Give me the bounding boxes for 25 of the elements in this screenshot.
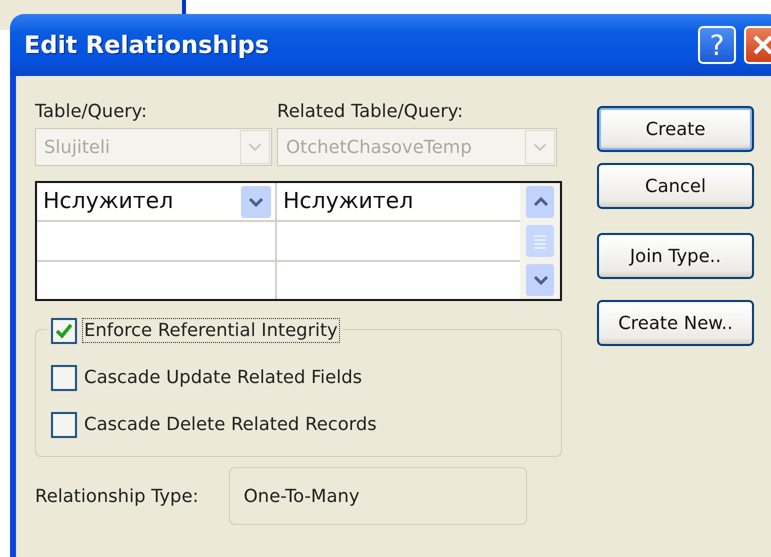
- field-label: Relationship Type:: [35, 486, 199, 506]
- dropdown-button-icon[interactable]: [241, 186, 271, 218]
- checkbox-label[interactable]: Cascade Delete Related Records: [83, 413, 378, 436]
- scroll-thumb-icon[interactable]: [526, 225, 554, 257]
- field-label: Related Table/Query:: [277, 100, 464, 122]
- checkbox-label[interactable]: Cascade Update Related Fields: [83, 366, 364, 389]
- dialog-button[interactable]: Create: [597, 106, 754, 152]
- dialog-button[interactable]: Create New..: [597, 300, 754, 346]
- relationship-type-value: One-To-Many: [228, 467, 527, 525]
- help-button[interactable]: ?: [698, 26, 736, 64]
- scroll-down-icon[interactable]: [526, 264, 554, 296]
- scroll-up-icon[interactable]: [526, 186, 554, 218]
- dialog-button[interactable]: Join Type..: [597, 233, 754, 279]
- field-label: Table/Query:: [35, 100, 148, 122]
- checkbox[interactable]: [51, 412, 77, 438]
- grid-cell[interactable]: Нслужител: [277, 183, 520, 220]
- grid-cell[interactable]: Нслужител: [37, 183, 277, 220]
- vertical-scrollbar[interactable]: [520, 183, 560, 299]
- dialog-button[interactable]: Cancel: [597, 163, 754, 209]
- checkbox[interactable]: [51, 364, 77, 390]
- window-title: Edit Relationships: [24, 31, 270, 59]
- checkbox-label[interactable]: Enforce Referential Integrity: [83, 319, 339, 342]
- close-button[interactable]: [744, 26, 771, 64]
- checkbox[interactable]: [51, 318, 77, 344]
- close-icon: [752, 34, 771, 56]
